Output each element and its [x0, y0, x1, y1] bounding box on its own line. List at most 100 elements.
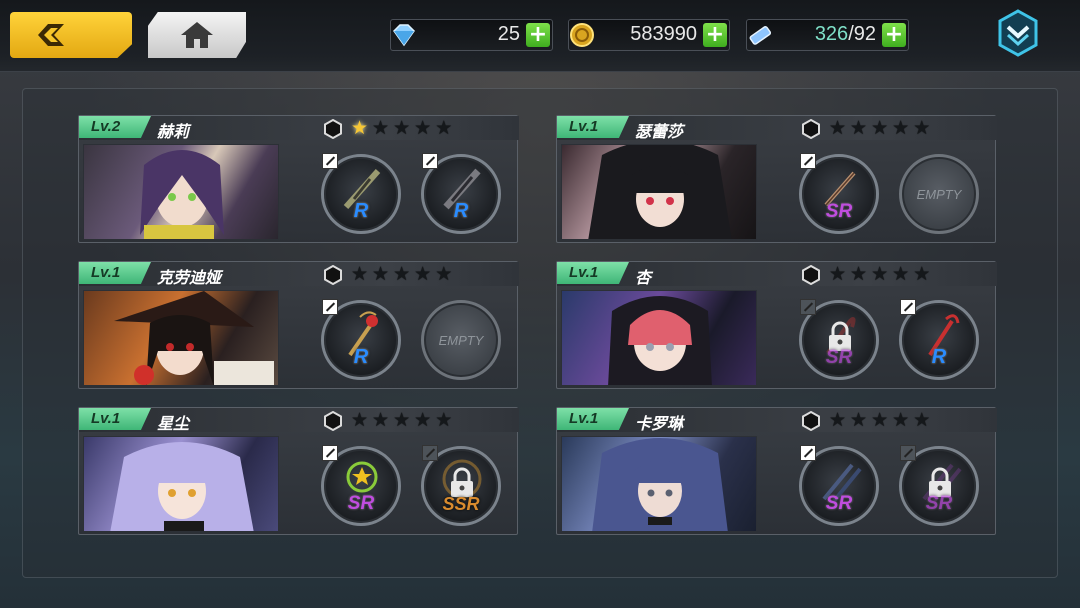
rank-badge: R	[353, 346, 369, 368]
weapon-slot-1-locked[interactable]: SR	[799, 299, 879, 380]
gold-coin-icon	[565, 20, 599, 50]
rank-badge: SSR	[442, 494, 480, 514]
back-arrow-icon	[38, 24, 64, 46]
gem-value: 25	[497, 23, 520, 45]
character-name: 瑟蕾莎	[635, 122, 684, 141]
star-icon: ★	[850, 263, 868, 285]
star-icon: ★	[393, 117, 411, 139]
hexagon-icon	[802, 411, 820, 431]
star-icon: ★	[372, 263, 390, 285]
star-rating: ★ ★ ★ ★ ★	[829, 263, 930, 285]
weapon-slot-1[interactable]: R	[321, 299, 401, 380]
rank-badge: SR	[825, 493, 853, 514]
star-icon: ★	[393, 409, 411, 431]
character-portrait	[83, 436, 279, 532]
star-icon: ★	[372, 409, 390, 431]
back-button[interactable]	[10, 12, 132, 58]
plus-icon: +	[528, 22, 548, 47]
weapon-slot-2-empty[interactable]: EMPTY	[421, 300, 501, 380]
character-name: 赫莉	[157, 122, 190, 141]
character-card[interactable]: Lv.1 星尘 ★ ★ ★ ★ ★ SR SSR	[78, 407, 519, 535]
weapon-slot-1[interactable]: SR	[799, 445, 879, 526]
hexagon-icon	[802, 119, 820, 139]
character-name: 克劳迪娅	[157, 268, 222, 287]
level-badge: Lv.1	[79, 408, 151, 430]
level-badge: Lv.2	[79, 116, 151, 138]
star-icon: ★	[871, 117, 889, 139]
character-name: 卡罗琳	[635, 414, 684, 433]
star-icon: ★	[372, 117, 390, 139]
character-name: 杏	[635, 268, 652, 287]
weapon-slot-2-empty[interactable]: EMPTY	[899, 154, 979, 234]
rank-badge: R	[353, 200, 369, 222]
star-rating: ★ ★ ★ ★ ★	[829, 117, 930, 139]
rank-badge: SR	[825, 347, 853, 368]
star-icon: ★	[414, 117, 432, 139]
star-icon: ★	[414, 263, 432, 285]
star-rating: ★ ★ ★ ★ ★	[351, 263, 452, 285]
level-badge: Lv.1	[557, 116, 629, 138]
hexagon-icon	[324, 411, 342, 431]
weapon-slot-1[interactable]: SR	[799, 153, 879, 234]
home-button[interactable]	[148, 12, 246, 58]
star-icon: ★	[892, 409, 910, 431]
star-icon: ★	[850, 409, 868, 431]
star-icon: ★	[351, 117, 369, 139]
weapon-slot-1[interactable]: R	[321, 153, 401, 234]
character-card[interactable]: Lv.1 瑟蕾莎 ★ ★ ★ ★ ★ SR EMPTY	[556, 115, 997, 243]
star-icon: ★	[913, 117, 931, 139]
empty-label: EMPTY	[438, 333, 484, 348]
star-icon: ★	[913, 409, 931, 431]
weapon-slot-2-locked[interactable]: SSR	[421, 445, 501, 526]
star-icon: ★	[850, 117, 868, 139]
character-card[interactable]: Lv.2 赫莉 ★ ★ ★ ★ ★ R R	[78, 115, 519, 243]
add-stamina-button[interactable]: +	[882, 23, 906, 47]
character-portrait	[561, 290, 757, 386]
weapon-slot-2-locked[interactable]: SR	[899, 445, 979, 526]
weapon-slot-1[interactable]: SR	[321, 445, 401, 526]
star-icon: ★	[913, 263, 931, 285]
star-icon: ★	[435, 117, 453, 139]
character-portrait	[561, 144, 757, 240]
star-icon: ★	[435, 263, 453, 285]
character-portrait	[83, 144, 279, 240]
star-rating: ★ ★ ★ ★ ★	[351, 409, 452, 431]
star-icon: ★	[829, 409, 847, 431]
gold-counter: 583990 +	[568, 19, 730, 51]
plus-icon: +	[884, 22, 904, 47]
character-card[interactable]: Lv.1 卡罗琳 ★ ★ ★ ★ ★ SR SR	[556, 407, 997, 535]
star-icon: ★	[351, 409, 369, 431]
rank-badge: R	[931, 346, 947, 368]
character-portrait	[561, 436, 757, 532]
star-rating: ★ ★ ★ ★ ★	[351, 117, 452, 139]
stamina-counter: 326/92 +	[746, 19, 909, 51]
weapon-slot-2[interactable]: R	[899, 299, 979, 380]
level-badge: Lv.1	[79, 262, 151, 284]
star-icon: ★	[829, 117, 847, 139]
rank-badge: R	[453, 200, 469, 222]
menu-chevron-icon	[998, 9, 1038, 57]
character-name: 星尘	[157, 414, 190, 433]
level-badge: Lv.1	[557, 408, 629, 430]
character-card[interactable]: Lv.1 克劳迪娅 ★ ★ ★ ★ ★ R EMPTY	[78, 261, 519, 389]
stamina-ticket-icon	[743, 20, 777, 50]
gem-icon	[387, 20, 421, 50]
add-gold-button[interactable]: +	[703, 23, 727, 47]
plus-icon: +	[705, 22, 725, 47]
star-icon: ★	[414, 409, 432, 431]
character-portrait	[83, 290, 279, 386]
star-icon: ★	[829, 263, 847, 285]
menu-button[interactable]	[996, 8, 1040, 58]
star-icon: ★	[871, 263, 889, 285]
add-gems-button[interactable]: +	[526, 23, 550, 47]
hexagon-icon	[324, 265, 342, 285]
weapon-slot-2[interactable]: R	[421, 153, 501, 234]
star-icon: ★	[435, 409, 453, 431]
rank-badge: SR	[825, 201, 853, 222]
level-badge: Lv.1	[557, 262, 629, 284]
star-rating: ★ ★ ★ ★ ★	[829, 409, 930, 431]
home-icon	[181, 22, 213, 48]
top-bar: 25 + 583990 + 326/92 +	[0, 0, 1080, 72]
stamina-value: 326/92	[814, 23, 876, 45]
character-card[interactable]: Lv.1 杏 ★ ★ ★ ★ ★ SR R	[556, 261, 997, 389]
